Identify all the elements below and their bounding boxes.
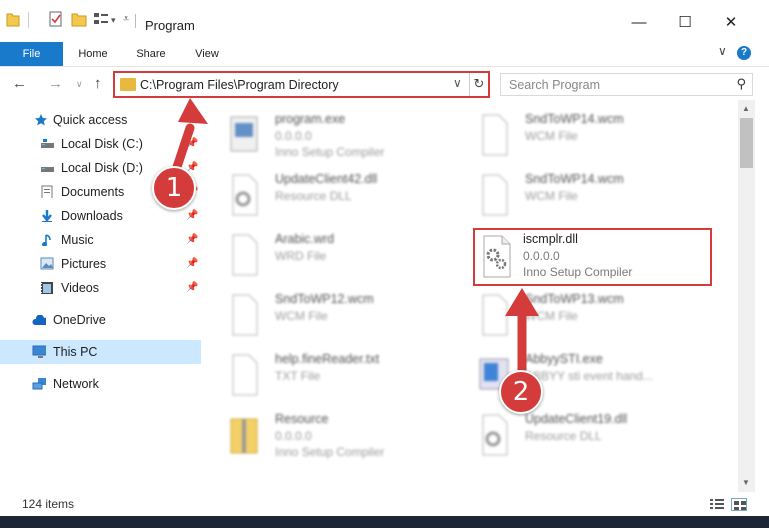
step-2-badge: 2	[499, 370, 543, 414]
step-1-badge: 1	[152, 166, 196, 210]
arrow-1	[171, 98, 208, 175]
arrow-2	[505, 288, 539, 383]
annotation-overlay	[171, 98, 539, 383]
